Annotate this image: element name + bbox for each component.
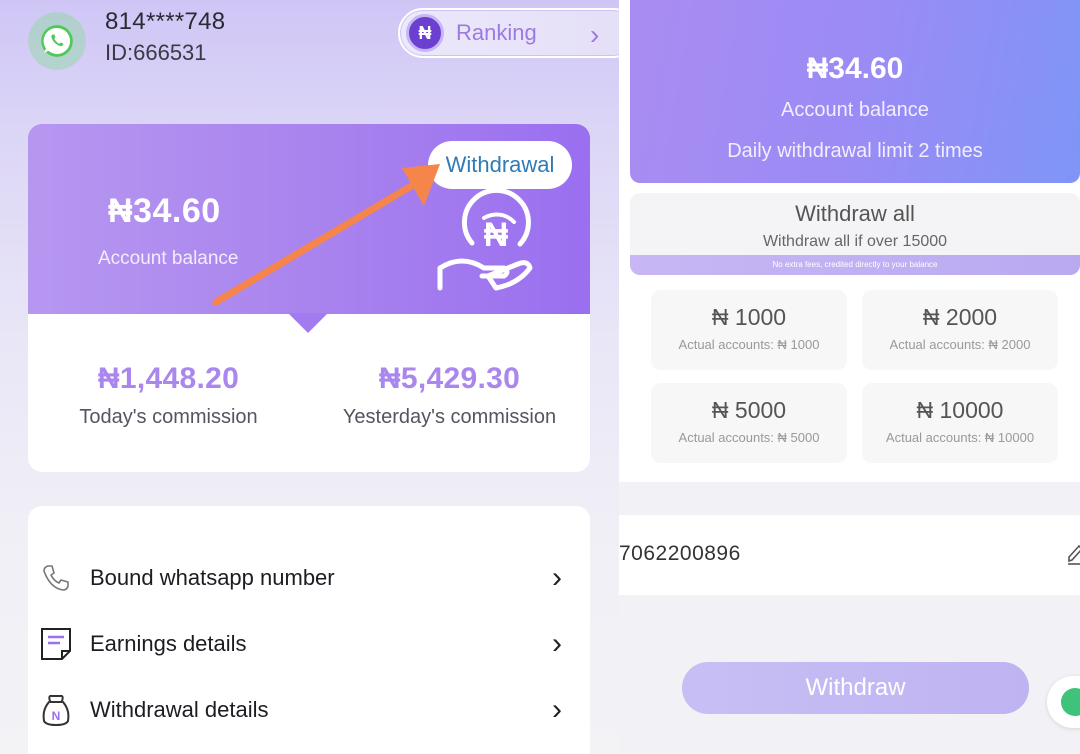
withdraw-all-note: No extra fees, credited directly to your… [630, 255, 1080, 275]
chat-icon [1061, 688, 1080, 716]
daily-limit-text: Daily withdrawal limit 2 times [727, 140, 983, 162]
ranking-label: Ranking [456, 20, 537, 45]
chevron-right-icon: › [552, 627, 562, 660]
phone-icon [40, 561, 72, 595]
whatsapp-icon [28, 12, 86, 70]
amount-actual: Actual accounts: ₦ 5000 [678, 430, 820, 445]
left-panel: 814****748 ID:666531 ₦ Ranking › ₦34.60 … [0, 0, 619, 754]
menu-item-label: Bound whatsapp number [90, 565, 335, 590]
masked-phone-number: 814****748 [105, 8, 226, 35]
right-panel: ₦34.60 Account balance Daily withdrawal … [619, 0, 1080, 754]
account-balance-amount: ₦34.60 [806, 52, 904, 85]
yesterday-commission-value: ₦5,429.30 [378, 362, 521, 395]
menu-item-earnings-details[interactable]: Earnings details › [28, 616, 590, 672]
withdraw-balance-card: ₦34.60 Account balance Daily withdrawal … [630, 0, 1080, 183]
amount-value: ₦ 10000 [916, 397, 1004, 423]
menu-card: Bound whatsapp number › Earnings details… [28, 506, 590, 754]
user-id: ID:666531 [105, 40, 207, 65]
chevron-right-icon: › [552, 561, 562, 594]
amount-actual: Actual accounts: ₦ 2000 [889, 337, 1031, 352]
menu-item-label: Earnings details [90, 631, 247, 656]
ranking-button[interactable]: ₦ Ranking › [398, 8, 619, 58]
withdraw-button[interactable]: Withdraw [682, 662, 1029, 714]
menu-item-label: Withdrawal details [90, 697, 269, 722]
account-balance-label: Account balance [781, 99, 929, 121]
amount-option-5000[interactable]: ₦ 5000 Actual accounts: ₦ 5000 [651, 383, 847, 463]
account-number: 7062200896 [619, 542, 741, 565]
amount-value: ₦ 5000 [711, 397, 787, 423]
amount-actual: Actual accounts: ₦ 10000 [885, 430, 1035, 445]
withdraw-all-title: Withdraw all [795, 201, 915, 226]
amount-option-1000[interactable]: ₦ 1000 Actual accounts: ₦ 1000 [651, 290, 847, 370]
amount-actual: Actual accounts: ₦ 1000 [678, 337, 820, 352]
today-commission-label: Today's commission [79, 406, 258, 428]
today-commission-value: ₦1,448.20 [97, 362, 240, 395]
amount-value: ₦ 1000 [711, 304, 787, 330]
naira-coin-icon: ₦ [406, 14, 444, 52]
amount-value: ₦ 2000 [922, 304, 998, 330]
yesterday-commission-label: Yesterday's commission [342, 406, 557, 428]
chevron-right-icon: › [590, 19, 600, 50]
chevron-right-icon: › [552, 693, 562, 726]
yesterday-commission: ₦5,429.30 Yesterday's commission [309, 362, 590, 429]
withdraw-all-option[interactable]: Withdraw all Withdraw all if over 15000 … [630, 193, 1080, 275]
menu-item-withdrawal-details[interactable]: N Withdrawal details › [28, 682, 590, 738]
menu-item-bound-whatsapp[interactable]: Bound whatsapp number › [28, 550, 590, 606]
edit-icon[interactable] [1067, 543, 1080, 565]
amount-option-10000[interactable]: ₦ 10000 Actual accounts: ₦ 10000 [862, 383, 1058, 463]
document-icon [40, 627, 72, 661]
withdraw-all-subtitle: Withdraw all if over 15000 [762, 233, 948, 250]
floating-chat-button[interactable] [1047, 676, 1080, 728]
amount-option-2000[interactable]: ₦ 2000 Actual accounts: ₦ 2000 [862, 290, 1058, 370]
today-commission: ₦1,448.20 Today's commission [28, 362, 309, 429]
svg-text:N: N [52, 709, 61, 723]
money-bag-icon: N [40, 693, 72, 727]
balance-card: ₦34.60 Account balance Withdrawal ₦ ₦1,4… [28, 124, 590, 472]
account-number-row[interactable]: 7062200896 [619, 515, 1080, 595]
